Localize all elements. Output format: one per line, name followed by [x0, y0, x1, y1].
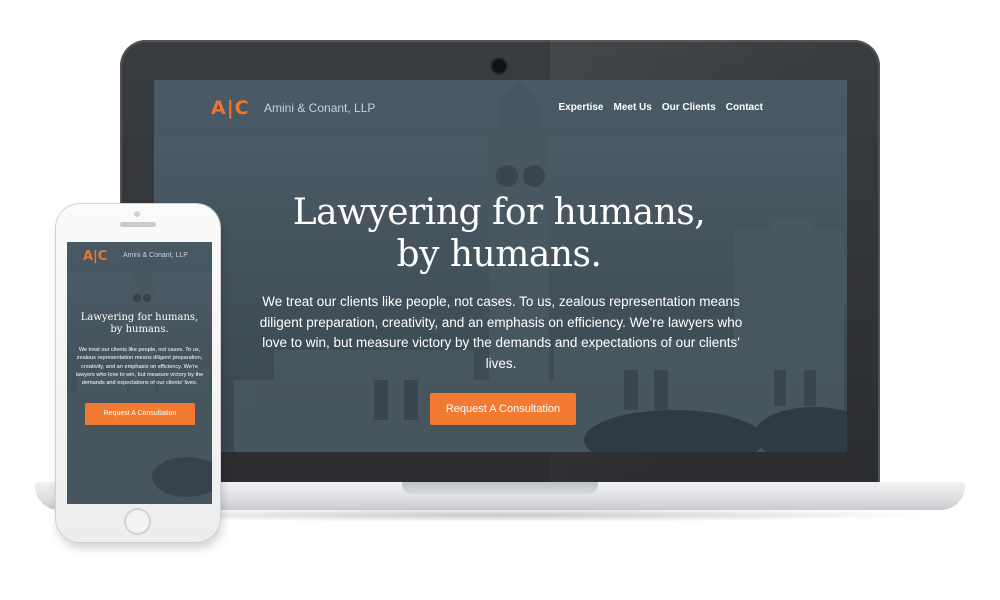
hero-title-line-2: by humans. — [396, 234, 602, 275]
phone-hero-title-line-2: by humans. — [110, 324, 169, 335]
phone-request-consultation-button[interactable]: Request A Consultation — [85, 403, 195, 425]
phone-hero-description: We treat our clients like people, not ca… — [75, 347, 204, 387]
nav-link-meet-us[interactable]: Meet Us — [614, 102, 652, 113]
hero-title-line-1: Lawyering for humans, — [292, 192, 706, 233]
phone-site-header: A|C Amini & Conant, LLP — [67, 242, 212, 272]
phone-speaker — [120, 222, 156, 227]
phone-site-logo[interactable]: A|C — [83, 249, 107, 264]
phone-screen: A|C Amini & Conant, LLP Lawyering for hu… — [67, 242, 212, 504]
nav-link-contact[interactable]: Contact — [726, 102, 763, 113]
phone-camera — [134, 211, 140, 217]
firm-name: Amini & Conant, LLP — [264, 101, 376, 115]
laptop-screen: A|C Amini & Conant, LLP Expertise Meet U… — [154, 80, 847, 452]
site-logo[interactable]: A|C — [211, 97, 250, 119]
phone-hero-title-line-1: Lawyering for humans, — [80, 312, 199, 323]
phone-hero-title: Lawyering for humans, by humans. — [73, 312, 206, 336]
request-consultation-button[interactable]: Request A Consultation — [430, 393, 576, 425]
phone-firm-name: Amini & Conant, LLP — [123, 252, 188, 259]
nav-link-expertise[interactable]: Expertise — [558, 102, 603, 113]
main-nav: Expertise Meet Us Our Clients Contact — [558, 102, 763, 113]
site-header: A|C Amini & Conant, LLP Expertise Meet U… — [154, 80, 847, 136]
hero-description: We treat our clients like people, not ca… — [259, 294, 743, 371]
hero-title: Lawyering for humans, by humans. — [244, 192, 754, 276]
laptop-camera — [492, 59, 506, 73]
phone-home-button[interactable] — [124, 508, 151, 535]
nav-link-our-clients[interactable]: Our Clients — [662, 102, 716, 113]
laptop-opening-notch — [402, 482, 598, 494]
